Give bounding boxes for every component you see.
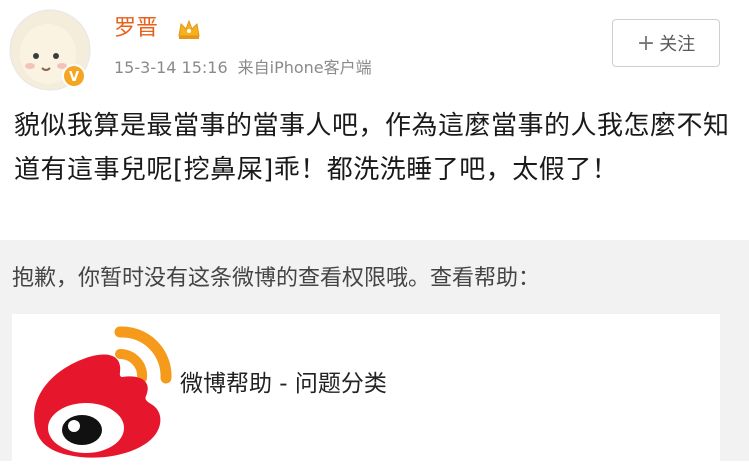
post-text: 貌似我算是最當事的當事人吧，作為這麼當事的人我怎麼不知道有這事兒呢[挖鼻屎]乖！… — [14, 111, 730, 185]
help-link-card[interactable]: 微博帮助 - 问题分类 — [12, 314, 720, 461]
post-source: 来自iPhone客户端 — [237, 58, 372, 77]
weibo-logo-icon — [24, 324, 174, 461]
avatar[interactable]: V — [8, 8, 92, 92]
post-meta: 15-3-14 15:16 来自iPhone客户端 — [114, 56, 372, 80]
vip-crown-icon — [177, 18, 201, 40]
username[interactable]: 罗晋 — [114, 15, 158, 43]
weibo-post: V 罗晋 15-3-14 15:16 来自iPhone客户端 + 关注 貌似我算是… — [0, 0, 749, 240]
help-card-title[interactable]: 微博帮助 - 问题分类 — [180, 369, 387, 399]
timestamp: 15-3-14 15:16 — [114, 58, 228, 77]
plus-icon: + — [636, 30, 656, 56]
follow-button[interactable]: + 关注 — [612, 19, 720, 67]
permission-notice: 抱歉，你暂时没有这条微博的查看权限哦。查看帮助： 微博帮助 - 问题分类 — [0, 240, 749, 461]
permission-notice-text: 抱歉，你暂时没有这条微博的查看权限哦。查看帮助： — [12, 266, 541, 291]
svg-text:V: V — [69, 70, 79, 85]
follow-label: 关注 — [659, 34, 696, 55]
